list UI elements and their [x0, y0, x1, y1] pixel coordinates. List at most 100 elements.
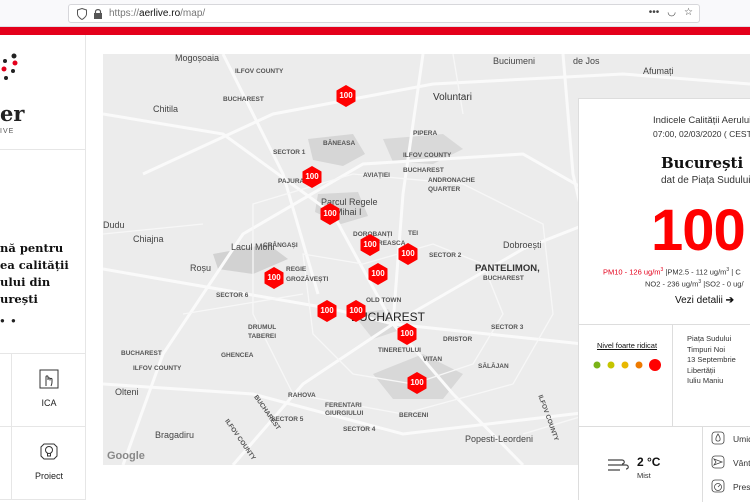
map-label: AVIAȚIEI — [363, 172, 390, 179]
humidity-row: Umid — [711, 429, 750, 453]
pressure-row: Presi — [711, 477, 750, 501]
map-label: ANDRONACHE — [428, 177, 475, 184]
station-item[interactable]: Timpuri Noi — [687, 345, 736, 356]
aqi-marker[interactable]: 100 — [335, 85, 357, 107]
map-label: BĂNEASA — [323, 140, 356, 147]
map-label: Bragadiru — [155, 430, 195, 440]
logo-subtitle: IVE — [0, 128, 15, 135]
map-label: SĂLĂJAN — [478, 363, 509, 370]
map-label: ILFOV COUNTY — [133, 365, 182, 372]
humidity-label: Umid — [733, 434, 750, 444]
map-label: QUARTER — [428, 186, 461, 193]
aqi-marker[interactable]: 100 — [319, 203, 341, 225]
map-label: SECTOR 6 — [216, 292, 249, 299]
pm10-value: PM10 - 126 ug/m — [603, 267, 661, 277]
station-item[interactable]: 13 Septembrie — [687, 355, 736, 366]
tagline-line: ea calității — [0, 258, 69, 272]
station-item[interactable]: Piața Sudului — [687, 334, 736, 345]
map-label: ILFOV COUNTY — [235, 68, 284, 75]
pollutants-row: NO2 - 236 ug/m3 |SO2 - 0 ug/ — [645, 279, 744, 289]
aqi-marker[interactable]: 100 — [301, 166, 323, 188]
station-item[interactable]: Libertății — [687, 366, 736, 377]
map-label: GROZĂVEȘTI — [286, 276, 329, 283]
aqi-marker[interactable]: 100 — [359, 234, 381, 256]
pm25-value: |PM2.5 - 112 ug/m — [665, 267, 727, 277]
more-icon[interactable]: ••• — [649, 7, 660, 18]
map-label: REGIE — [286, 266, 307, 273]
aqi-value: 100 — [651, 198, 746, 263]
left-sidebar: er IVE nă pentru ea calității ului din u… — [0, 35, 86, 500]
level-label[interactable]: Nivel foarte ridicat — [597, 341, 657, 350]
temperature: 2 °C — [637, 455, 661, 469]
map-label: Buciumeni — [493, 56, 536, 66]
logo-dots-icon — [1, 53, 18, 80]
aqi-info-panel: Indicele Calității Aerului 07:00, 02/03/… — [578, 98, 750, 502]
top-accent-bar — [0, 27, 750, 35]
tagline-dots: ● ● — [0, 316, 18, 325]
pocket-icon[interactable]: ◡ — [667, 7, 676, 18]
nav-item-label: Proiect — [34, 471, 63, 481]
humidity-icon — [711, 431, 725, 445]
map-label: BUCHAREST — [483, 275, 524, 282]
station-item[interactable]: Iuliu Maniu — [687, 376, 736, 387]
map-label: OLD TOWN — [366, 297, 402, 304]
pollutants-row: PM10 - 126 ug/m3 |PM2.5 - 112 ug/m3 | C — [603, 267, 741, 277]
panel-datetime: 07:00, 02/03/2020 ( CEST — [653, 129, 750, 139]
map-label: BERCENI — [399, 412, 429, 419]
aqi-marker[interactable]: 100 — [367, 263, 389, 285]
shield-icon[interactable] — [77, 8, 87, 20]
nav-item-proiect[interactable]: Proiect — [12, 427, 86, 500]
wind-label: Vânt — [733, 458, 750, 468]
browser-toolbar: https://aerlive.ro/map/ ••• ◡ ☆ — [0, 0, 750, 27]
aqi-marker[interactable]: 100 — [406, 372, 428, 394]
aqi-marker[interactable]: 100 — [263, 267, 285, 289]
aqi-marker[interactable]: 100 — [345, 300, 367, 322]
level-dot — [621, 361, 629, 369]
level-indicator: Nivel foarte ridicat — [579, 325, 673, 427]
map-label: ILFOV COUNTY — [403, 152, 452, 159]
aqi-marker[interactable]: 100 — [316, 300, 338, 322]
view-details-link[interactable]: Vezi detalii ➔ — [675, 295, 734, 306]
nav-grid: ICA Proiect — [0, 353, 86, 500]
map-label: Chitila — [153, 104, 179, 114]
url-text[interactable]: https://aerlive.ro/map/ — [109, 8, 205, 19]
wind-direction-icon — [711, 455, 725, 469]
nav-item-ica[interactable]: ICA — [12, 354, 86, 427]
lock-icon[interactable] — [93, 8, 103, 20]
map-label: Dobroești — [503, 240, 542, 250]
map-label: BUCHAREST — [403, 167, 444, 174]
weather-summary: 2 °C Mist — [579, 427, 703, 502]
map-label: RAHOVA — [288, 392, 316, 399]
nav-cell-spacer — [0, 427, 12, 500]
pressure-label: Presi — [733, 482, 750, 492]
tagline-line: ului din — [0, 275, 51, 289]
map-label: PANTELIMON, — [475, 263, 540, 274]
weather-section: 2 °C Mist Umid Vânt Presi — [579, 426, 750, 502]
map-label: SECTOR 1 — [273, 149, 306, 156]
co-value: | C — [731, 267, 741, 277]
no2-value: NO2 - 236 ug/m — [645, 279, 699, 289]
nav-item-label: ICA — [41, 398, 57, 408]
level-dot — [607, 361, 615, 369]
address-bar[interactable]: https://aerlive.ro/map/ ••• ◡ ☆ — [68, 4, 700, 23]
bookmark-star-icon[interactable]: ☆ — [684, 7, 693, 18]
level-dot — [635, 361, 643, 369]
map-label: GIURGIULUI — [325, 410, 364, 417]
map-label: PIPERA — [413, 130, 438, 137]
map-label: Afumați — [643, 66, 674, 76]
lightbulb-icon — [40, 443, 58, 460]
map-label: BUCHAREST — [223, 96, 264, 103]
tagline-line: urești — [0, 292, 38, 306]
google-logo[interactable]: Google — [107, 450, 145, 462]
map-label: Olteni — [115, 387, 139, 397]
map-label: Mogoșoaia — [175, 54, 220, 63]
map-label: TINERETULUI — [378, 347, 421, 354]
map-label: SECTOR 5 — [271, 416, 304, 423]
aqi-marker[interactable]: 100 — [396, 323, 418, 345]
aqi-marker[interactable]: 100 — [397, 243, 419, 265]
logo[interactable]: er IVE — [0, 35, 86, 150]
nav-cell-spacer — [0, 354, 12, 427]
map-label: Popesti-Leordeni — [465, 434, 534, 444]
map-label: SECTOR 3 — [491, 324, 524, 331]
map-label: FERENTARI — [325, 402, 362, 409]
